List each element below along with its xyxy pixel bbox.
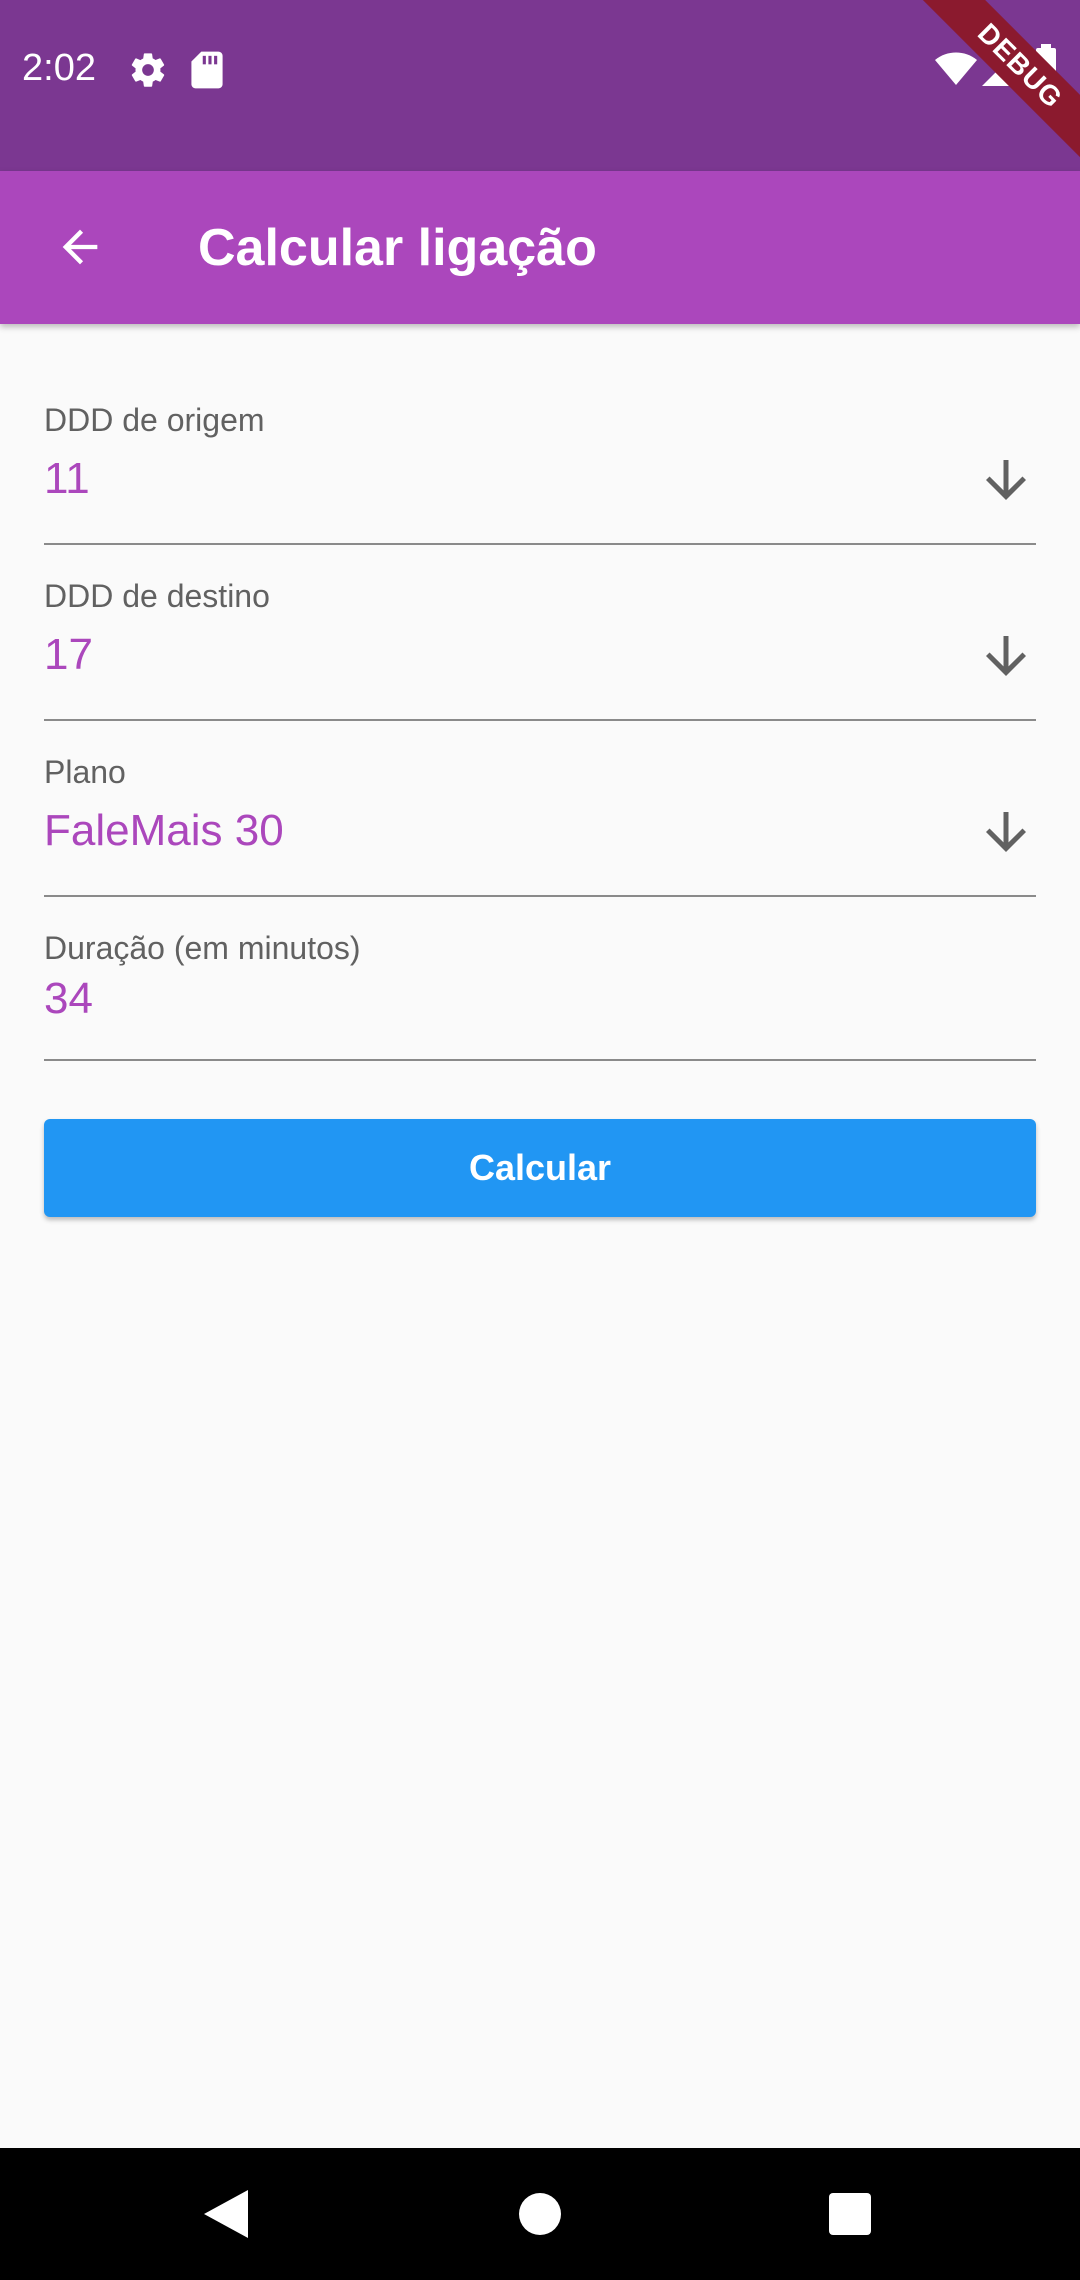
- page-title: Calcular ligação: [198, 219, 597, 277]
- screen: 2:02 DEBUG Calcular ligação DDD de orige…: [0, 0, 1080, 2280]
- ddd-destino-dropdown[interactable]: DDD de destino 17: [44, 576, 1036, 722]
- arrow-back-icon: [62, 229, 98, 265]
- sd-card-icon: [191, 51, 223, 89]
- app-bar: Calcular ligação: [0, 171, 1080, 324]
- status-time: 2:02: [22, 47, 96, 89]
- nav-recents-button[interactable]: [814, 2178, 886, 2250]
- ddd-origem-value: 11: [44, 454, 90, 503]
- ddd-origem-label: DDD de origem: [44, 402, 265, 438]
- debug-label: DEBUG: [912, 0, 1080, 174]
- duracao-input[interactable]: Duração (em minutos) 34: [44, 928, 1036, 1062]
- ddd-origem-dropdown[interactable]: DDD de origem 11: [44, 400, 1036, 546]
- calcular-button[interactable]: Calcular: [44, 1119, 1036, 1217]
- arrow-down-icon: [986, 636, 1026, 676]
- field-underline: [44, 543, 1036, 545]
- duracao-label: Duração (em minutos): [44, 930, 361, 966]
- duracao-value[interactable]: 34: [44, 972, 93, 1026]
- field-underline: [44, 719, 1036, 721]
- arrow-down-icon: [986, 460, 1026, 500]
- status-bar: 2:02 DEBUG: [0, 0, 1080, 174]
- home-circle-icon: [519, 2193, 561, 2235]
- field-underline: [44, 1059, 1036, 1061]
- plano-value: FaleMais 30: [44, 806, 284, 855]
- debug-banner: DEBUG: [900, 0, 1080, 180]
- ddd-destino-label: DDD de destino: [44, 578, 270, 614]
- nav-home-button[interactable]: [504, 2178, 576, 2250]
- plano-dropdown[interactable]: Plano FaleMais 30: [44, 752, 1036, 898]
- gear-icon: [131, 53, 165, 87]
- field-underline: [44, 895, 1036, 897]
- nav-back-button[interactable]: [190, 2178, 262, 2250]
- back-button[interactable]: [34, 201, 126, 293]
- navigation-bar: [0, 2148, 1080, 2280]
- arrow-down-icon: [986, 812, 1026, 852]
- recents-square-icon: [829, 2193, 871, 2235]
- ddd-destino-value: 17: [44, 630, 93, 679]
- plano-label: Plano: [44, 754, 126, 790]
- back-triangle-icon: [204, 2190, 248, 2238]
